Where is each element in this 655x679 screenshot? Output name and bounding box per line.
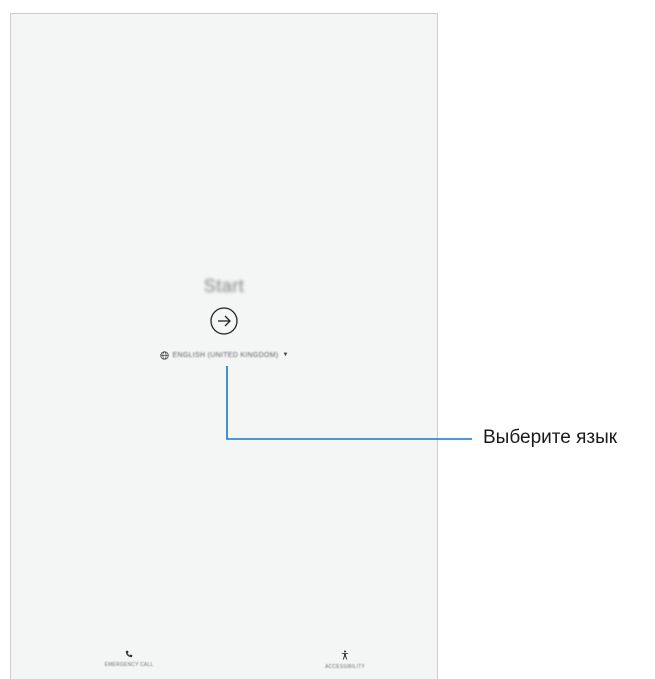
emergency-call-button[interactable]: EMERGENCY CALL xyxy=(89,650,169,668)
page-title: Start xyxy=(203,276,245,296)
caret-down-icon: ▼ xyxy=(282,352,289,358)
globe-icon xyxy=(159,350,169,360)
phone-icon xyxy=(125,650,133,658)
accessibility-label: ACCESSIBILITY xyxy=(325,664,365,670)
language-selector[interactable]: ENGLISH (UNITED KINGDOM) ▼ xyxy=(11,348,437,362)
emergency-call-label: EMERGENCY CALL xyxy=(104,662,154,668)
accessibility-button[interactable]: ACCESSIBILITY xyxy=(307,650,383,670)
arrow-right-circle-icon xyxy=(210,307,238,335)
language-label: ENGLISH (UNITED KINGDOM) xyxy=(172,351,279,359)
callout-label: Выберите язык xyxy=(483,427,618,448)
accessibility-person-icon xyxy=(341,650,349,660)
manual-illustration: Start ENGLISH (UNITED KINGDOM) ▼ EMERGEN… xyxy=(0,0,655,679)
device-screen: Start ENGLISH (UNITED KINGDOM) ▼ EMERGEN… xyxy=(10,13,438,679)
start-button[interactable] xyxy=(209,306,239,336)
